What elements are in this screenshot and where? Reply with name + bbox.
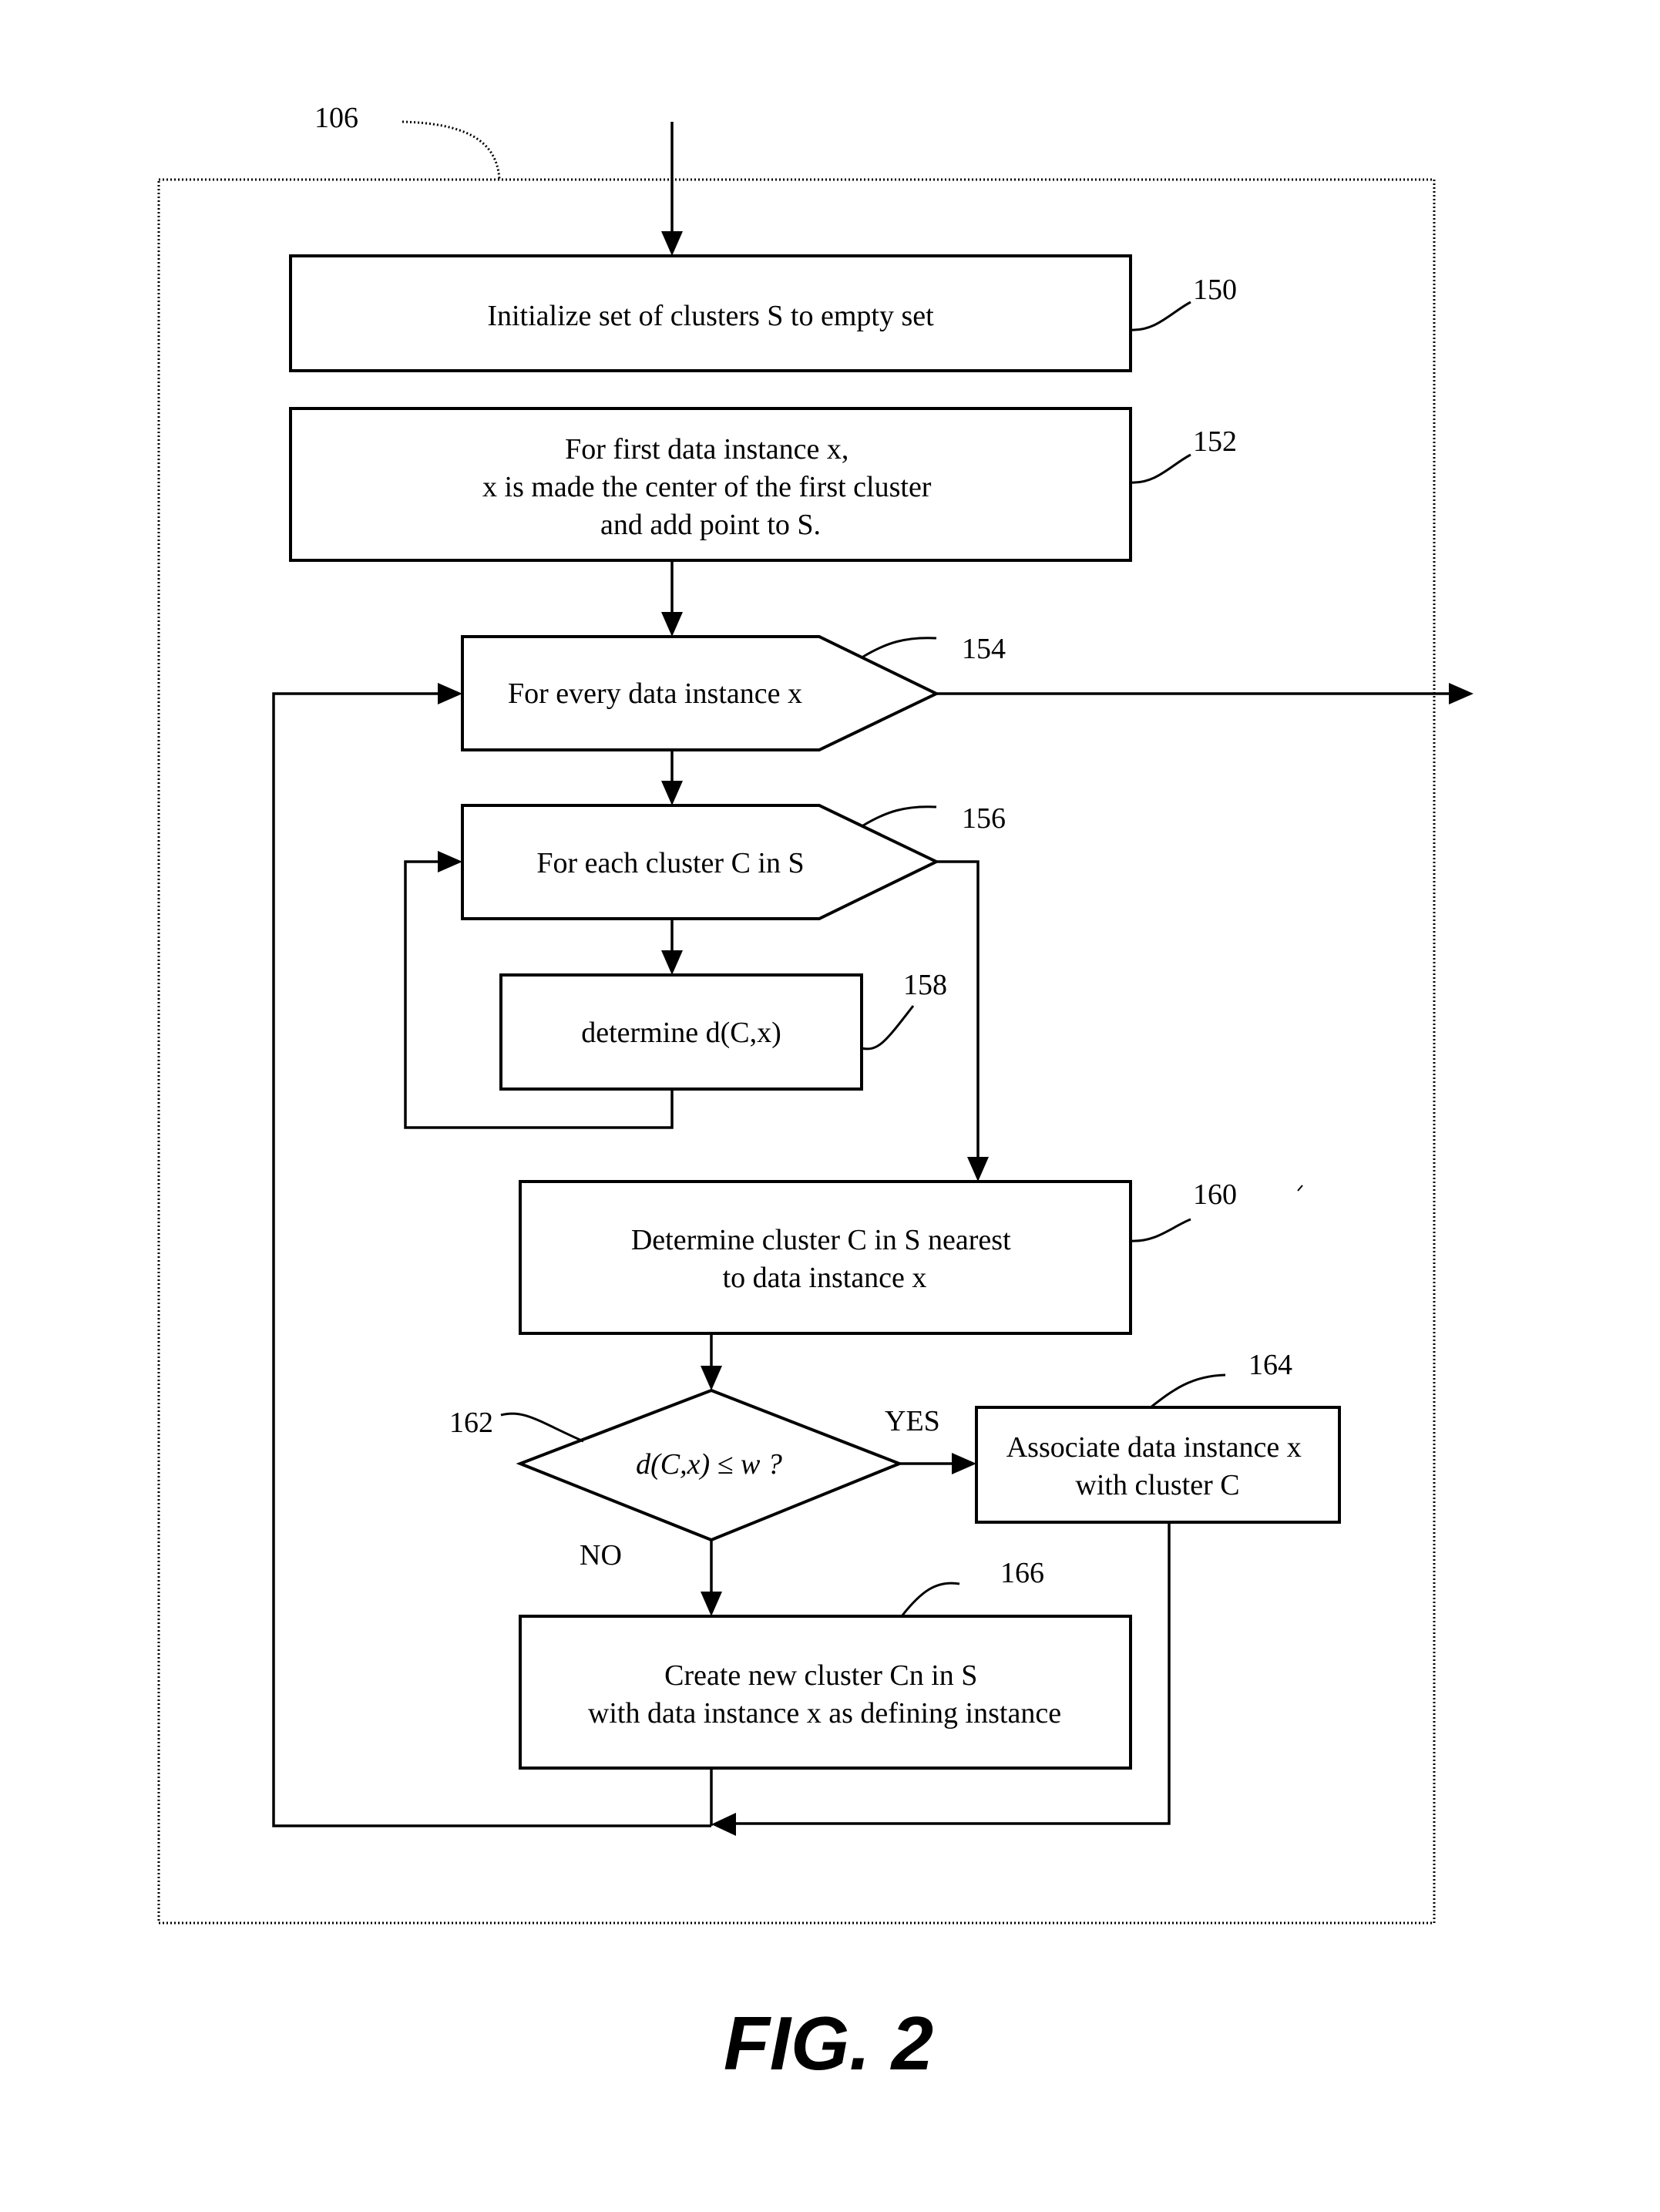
step-160-line-1: Determine cluster C in S nearest (631, 1224, 1011, 1256)
arrowhead-158-top (661, 950, 683, 975)
step-166-leader (900, 1582, 960, 1617)
step-158-line-1: determine d(C,x) (581, 1017, 781, 1049)
return-merge-arrowhead (711, 1813, 736, 1836)
step-154-ref: 154 (962, 633, 1006, 665)
step-164-box (975, 1406, 1341, 1524)
step-152-leader (1130, 453, 1191, 484)
step-150-leader (1130, 301, 1191, 331)
step-156-text: For each cluster C in S (536, 847, 804, 879)
step-152-line-1: For first data instance x, (565, 433, 848, 466)
arrowhead-160-top (967, 1157, 989, 1182)
step-166-line-1: Create new cluster Cn in S (664, 1659, 977, 1692)
container-leader-line (402, 120, 501, 180)
step-160-ref: 160 (1193, 1178, 1237, 1211)
step-162-line-1: d(C,x) ≤ w ? (636, 1448, 782, 1481)
exit-arrowhead (1449, 683, 1474, 704)
inner-loop-arrowhead (438, 851, 462, 872)
step-162-text: d(C,x) ≤ w ? (636, 1448, 782, 1481)
outer-loop-arrowhead (438, 683, 462, 704)
step-152-line-3: and add point to S. (600, 509, 821, 541)
arrowhead-166-top (701, 1592, 722, 1616)
step-164-leader (1150, 1373, 1226, 1409)
arrowhead-162-top (701, 1366, 722, 1390)
step-162-leader (500, 1412, 584, 1443)
step-152-ref: 152 (1193, 425, 1237, 458)
figure-title: FIG. 2 (724, 2001, 933, 2086)
step-154-text: For every data instance x (508, 677, 802, 710)
yes-branch-label: YES (885, 1405, 940, 1437)
step-150-line-1: Initialize set of clusters S to empty se… (487, 300, 934, 332)
arrowhead-154-top (661, 612, 683, 637)
step-154-line-1: For every data instance x (508, 677, 802, 710)
arrowhead-156-top (661, 781, 683, 805)
step-164-ref: 164 (1248, 1349, 1292, 1381)
step-158-text: determine d(C,x) (581, 1017, 781, 1049)
step-156-ref: 156 (962, 802, 1006, 835)
container-ref-label: 106 (314, 102, 358, 134)
step-164-line-2: with cluster C (1075, 1469, 1239, 1501)
arrowhead-164-left (952, 1453, 976, 1474)
step-160-line-2: to data instance x (723, 1262, 927, 1294)
step-160-box (519, 1180, 1132, 1335)
step-156-leader (862, 805, 937, 827)
step-166-line-2: with data instance x as defining instanc… (588, 1697, 1061, 1730)
step-158-ref: 158 (903, 969, 947, 1001)
step-162-ref: 162 (449, 1407, 493, 1439)
step-164-line-1: Associate data instance x (1006, 1431, 1302, 1464)
step-166-ref: 166 (1000, 1557, 1044, 1589)
flowchart: 106 Initialize set of clusters S to empt… (157, 102, 1474, 2086)
step-154-leader (862, 637, 937, 658)
scan-mark (1297, 1185, 1303, 1192)
arrow-156-to-160 (936, 860, 980, 1170)
step-156-line-1: For each cluster C in S (536, 847, 804, 879)
entry-arrowhead (661, 231, 683, 256)
step-152-line-2: x is made the center of the first cluste… (482, 471, 932, 503)
step-158-leader (861, 1005, 915, 1051)
step-166-box (519, 1615, 1132, 1770)
step-150-text: Initialize set of clusters S to empty se… (487, 300, 934, 332)
step-160-leader (1130, 1218, 1191, 1242)
step-150-ref: 150 (1193, 274, 1237, 306)
no-branch-label: NO (580, 1539, 622, 1572)
